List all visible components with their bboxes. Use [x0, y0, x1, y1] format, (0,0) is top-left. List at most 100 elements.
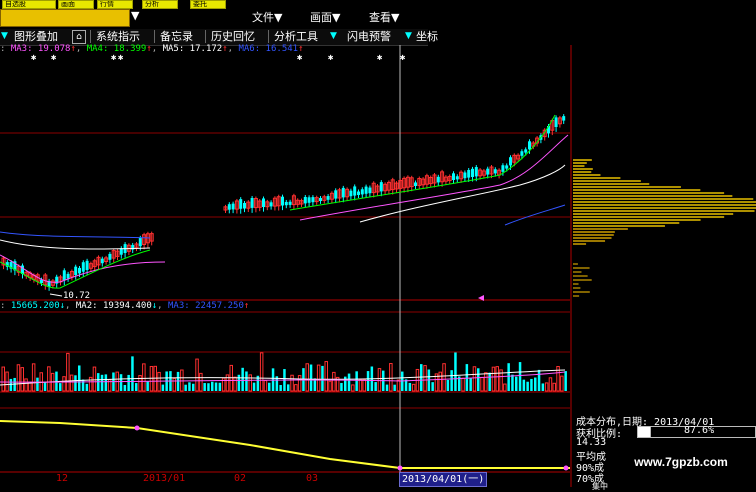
volume-bar — [385, 384, 389, 391]
volume-bar — [74, 375, 77, 391]
candle-body — [108, 253, 112, 260]
volume-bar — [340, 382, 343, 391]
volume-bar — [78, 365, 81, 391]
volume-bar — [203, 383, 206, 391]
volume-bar — [526, 381, 529, 391]
ma-line — [0, 231, 151, 239]
volume-bar — [362, 379, 366, 392]
candle-body — [452, 173, 455, 180]
volume-bar — [172, 377, 176, 392]
volume-bar — [469, 378, 472, 391]
volume-bar — [119, 374, 123, 391]
candle-body — [341, 187, 345, 198]
event-marker: ✱ — [377, 53, 383, 63]
volume-bar — [454, 352, 457, 391]
candle-body — [281, 196, 284, 206]
date-label: 02 — [234, 473, 247, 484]
candle-body — [467, 169, 471, 178]
volume-bar — [477, 368, 480, 391]
event-marker: ✱ — [51, 53, 57, 63]
volume-bar — [104, 374, 108, 391]
volume-ma-legend: : 15665.200↓, MA2: 19394.400↓, MA3: 2245… — [0, 301, 250, 311]
event-marker: ✱ — [118, 53, 124, 63]
candle-body — [239, 199, 243, 209]
volume-bar — [287, 384, 290, 391]
volume-bar — [366, 371, 370, 391]
candle-body — [414, 182, 417, 186]
candle-body — [269, 202, 273, 207]
candle-body — [524, 149, 528, 153]
volume-bar — [211, 381, 214, 391]
volume-bar — [279, 384, 282, 391]
volume-bar — [81, 379, 85, 391]
candle-body — [326, 196, 330, 200]
candle-body — [528, 141, 531, 150]
watermark: www.7gpzb.com — [606, 455, 756, 470]
candle-body — [505, 165, 509, 169]
price-value: 14.33 — [576, 437, 607, 448]
cursor-date-label: 2013/04/01(一) — [399, 472, 488, 487]
volume-bar — [564, 371, 567, 391]
volume-bar — [195, 358, 199, 392]
candle-body — [471, 168, 474, 177]
candle-body — [62, 270, 66, 281]
indicator-line — [0, 420, 570, 471]
volume-bar — [544, 382, 549, 392]
volume-bar — [142, 363, 146, 392]
candle-body — [138, 237, 142, 247]
volume-bar — [321, 365, 324, 391]
volume-bar — [24, 378, 28, 392]
volume-bar — [218, 382, 222, 391]
volume-bar — [393, 384, 396, 391]
volume-bar — [85, 383, 89, 391]
event-marker: ✱ — [328, 53, 334, 63]
volume-bar — [461, 377, 465, 392]
event-marker: ✱ — [31, 53, 37, 63]
volume-bar — [1, 366, 5, 392]
candlestick-series — [1, 114, 566, 291]
volume-bar — [396, 379, 401, 392]
indicator-line — [0, 420, 570, 469]
volume-bar — [297, 375, 302, 392]
volume-bar — [59, 383, 62, 391]
candle-body — [455, 176, 459, 180]
low-price-pointer — [49, 293, 63, 297]
candle-body — [250, 197, 254, 208]
candle-body — [379, 182, 383, 192]
volume-bar — [560, 375, 564, 392]
candle-body — [474, 167, 478, 177]
volume-bar — [146, 381, 149, 391]
candle-body — [262, 198, 265, 207]
volume-bar — [495, 366, 499, 392]
volume-bar — [214, 382, 218, 391]
volume-bar — [511, 374, 514, 391]
candle-body — [227, 204, 231, 210]
candle-body — [493, 169, 497, 174]
candle-body — [357, 191, 360, 195]
volume-bar — [507, 363, 510, 391]
candle-body — [562, 116, 566, 121]
volume-bar — [127, 374, 130, 391]
volume-bar — [16, 364, 21, 392]
candle-body — [66, 273, 70, 279]
volume-bar — [88, 376, 93, 392]
volume-bar — [69, 374, 74, 392]
volume-bar — [245, 371, 248, 391]
volume-bar — [377, 368, 382, 392]
volume-bar — [530, 378, 533, 391]
candle-body — [288, 201, 292, 205]
volume-bar — [248, 374, 252, 392]
volume-bar — [515, 376, 518, 391]
volume-bar — [355, 371, 358, 391]
volume-bar — [263, 380, 268, 392]
volume-bar — [411, 383, 416, 392]
volume-bar — [123, 384, 127, 391]
volume-bar — [43, 382, 47, 391]
candle-body — [463, 172, 467, 179]
volume-bar — [9, 378, 13, 391]
indicator-marker — [563, 465, 569, 471]
candle-body — [85, 260, 89, 270]
candle-body — [307, 197, 311, 203]
volume-bar — [36, 377, 39, 391]
candle-body — [436, 176, 440, 183]
